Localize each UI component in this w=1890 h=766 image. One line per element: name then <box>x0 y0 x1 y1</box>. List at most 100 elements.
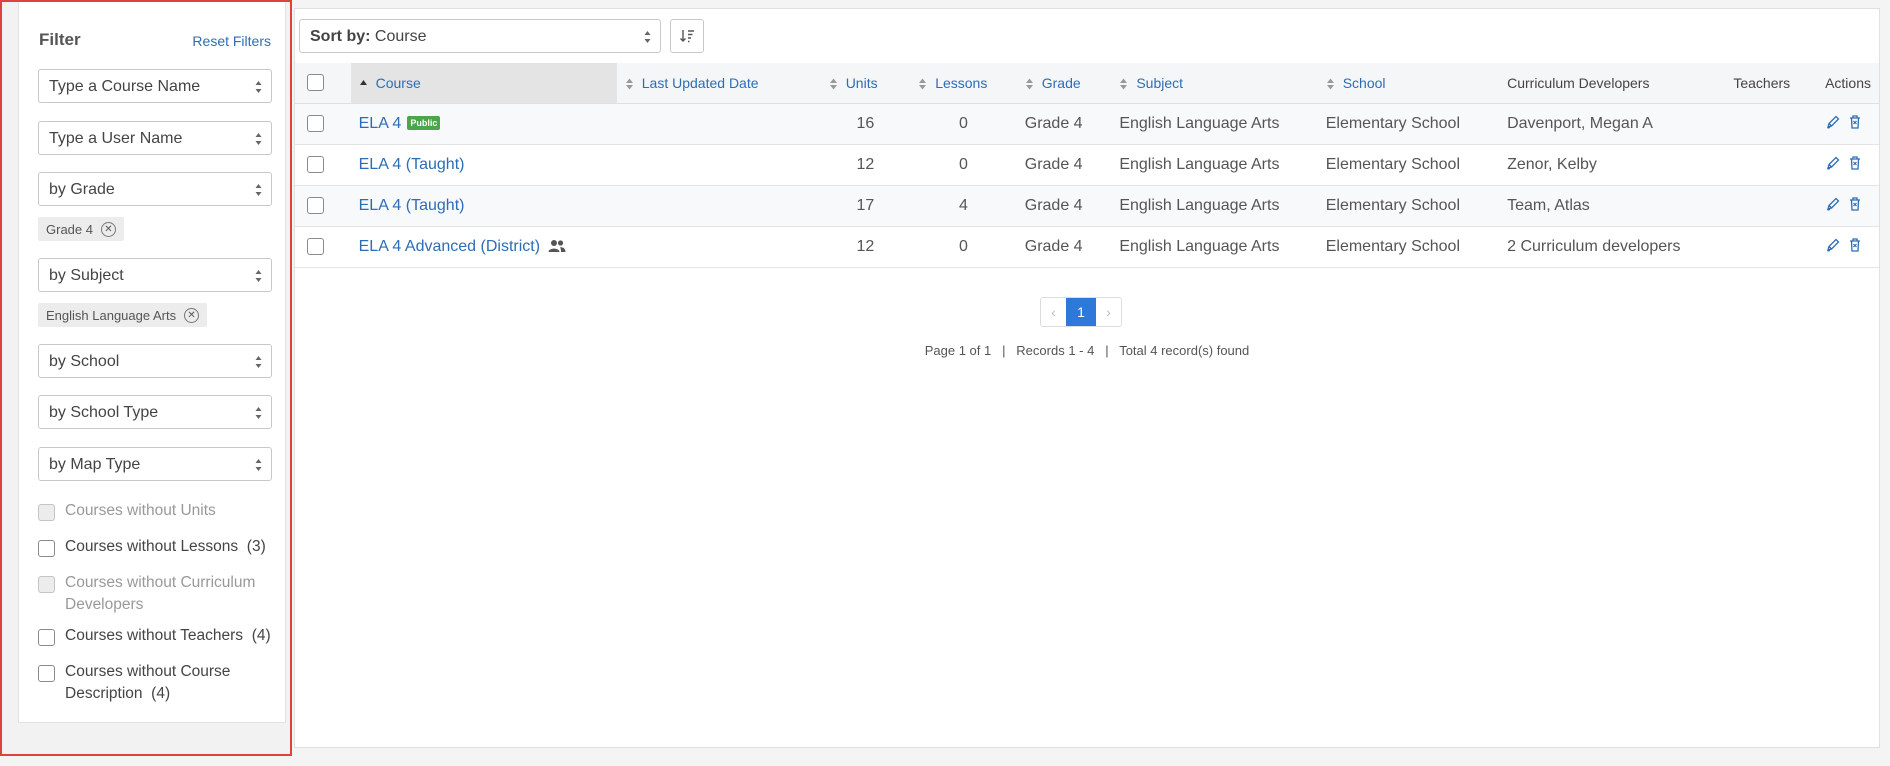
delete-icon[interactable] <box>1847 196 1863 212</box>
select-all-checkbox[interactable] <box>307 74 324 92</box>
delete-icon[interactable] <box>1847 237 1863 253</box>
filter-title: Filter <box>39 30 81 49</box>
current-page-button[interactable]: 1 <box>1066 298 1096 326</box>
pagination: ‹ 1 › <box>1040 297 1122 327</box>
teachers-cell <box>1725 144 1818 186</box>
checkbox[interactable] <box>38 504 55 521</box>
subject-chip: English Language Arts ✕ <box>38 303 208 327</box>
school-cell: Elementary School <box>1317 144 1500 186</box>
select-arrows-icon <box>255 407 262 419</box>
remove-chip-icon[interactable]: ✕ <box>184 307 200 323</box>
school-cell: Elementary School <box>1317 226 1500 268</box>
grade-cell: Grade 4 <box>1016 226 1112 268</box>
records-info: Records 1 - 4 <box>1016 343 1095 358</box>
column-header-subject[interactable]: Subject <box>1111 63 1318 104</box>
grade-chip-label: Grade 4 <box>46 221 93 237</box>
checkbox[interactable] <box>38 540 55 557</box>
edit-icon[interactable] <box>1825 114 1841 130</box>
lessons-cell: 0 <box>910 144 1017 186</box>
table-row: ELA 4 (Taught) 12 0 Grade 4 English Language… <box>295 144 1879 186</box>
subject-select[interactable]: by Subject <box>38 258 272 292</box>
filter-checkbox-row[interactable]: Courses without Lessons (3) <box>38 536 275 558</box>
school-cell: Elementary School <box>1317 103 1500 145</box>
prev-page-button[interactable]: ‹ <box>1041 298 1066 326</box>
table-row: ELA 4 (Taught) 17 4 Grade 4 English Language… <box>295 185 1879 227</box>
actions-cell <box>1817 144 1879 186</box>
table-header-row: Course Last Updated Date Units Lessons G… <box>295 63 1879 104</box>
column-header-units[interactable]: Units <box>820 63 911 104</box>
subject-select-label: by Subject <box>49 267 124 284</box>
total-info: Total 4 record(s) found <box>1119 343 1250 358</box>
main-panel: Sort by: Course Course Last Updated Date… <box>294 8 1880 748</box>
developers-cell: Team, Atlas <box>1499 185 1726 227</box>
select-arrows-icon <box>255 459 262 471</box>
developers-cell: Zenor, Kelby <box>1499 144 1726 186</box>
column-header-course[interactable]: Course <box>350 63 617 104</box>
next-page-button[interactable]: › <box>1096 298 1121 326</box>
subject-cell: English Language Arts <box>1111 226 1318 268</box>
row-checkbox[interactable] <box>307 197 324 214</box>
edit-icon[interactable] <box>1825 155 1841 171</box>
row-checkbox[interactable] <box>307 156 324 173</box>
column-header-last-updated[interactable]: Last Updated Date <box>616 63 821 104</box>
pager-separator: | <box>1002 343 1006 358</box>
map-type-select[interactable]: by Map Type <box>38 447 272 481</box>
remove-chip-icon[interactable]: ✕ <box>100 221 116 237</box>
checkbox[interactable] <box>38 629 55 646</box>
filter-checkbox-row[interactable]: Courses without Course Description (4) <box>38 661 245 705</box>
sort-direction-button[interactable] <box>670 19 704 53</box>
row-checkbox[interactable] <box>307 238 324 255</box>
subject-chip-label: English Language Arts <box>46 307 177 323</box>
column-header-lessons[interactable]: Lessons <box>910 63 1017 104</box>
school-type-select[interactable]: by School Type <box>38 395 272 429</box>
row-checkbox[interactable] <box>307 115 324 132</box>
course-name-select[interactable]: Type a Course Name <box>38 69 272 103</box>
school-select[interactable]: by School <box>38 344 272 378</box>
subject-cell: English Language Arts <box>1111 185 1318 227</box>
course-link[interactable]: ELA 4 Advanced (District) <box>359 238 540 255</box>
sort-by-select[interactable]: Sort by: Course <box>299 19 661 53</box>
last-updated-cell <box>616 103 821 145</box>
edit-icon[interactable] <box>1825 196 1841 212</box>
last-updated-cell <box>616 185 821 227</box>
course-link[interactable]: ELA 4 <box>359 115 402 132</box>
checkbox[interactable] <box>38 665 55 682</box>
column-header-actions: Actions <box>1817 63 1879 104</box>
edit-icon[interactable] <box>1825 237 1841 253</box>
grade-select[interactable]: by Grade <box>38 172 272 206</box>
column-header-school[interactable]: School <box>1317 63 1500 104</box>
grade-select-label: by Grade <box>49 181 115 198</box>
actions-cell <box>1817 185 1879 227</box>
filter-checkbox-row[interactable]: Courses without Teachers (4) <box>38 625 275 647</box>
pagination-info: Page 1 of 1 | Records 1 - 4 | Total 4 re… <box>295 343 1879 358</box>
sort-ascending-icon <box>359 79 367 85</box>
filter-checkbox-label: Courses without Lessons (3) <box>65 538 266 555</box>
teachers-cell <box>1725 103 1818 145</box>
reset-filters-link[interactable]: Reset Filters <box>192 33 271 49</box>
delete-icon[interactable] <box>1847 155 1863 171</box>
units-cell: 16 <box>820 103 911 145</box>
course-link[interactable]: ELA 4 (Taught) <box>359 197 465 214</box>
table-row: ELA 4 Public 16 0 Grade 4 English Language Ar… <box>295 103 1879 145</box>
select-arrows-icon <box>255 356 262 368</box>
subject-cell: English Language Arts <box>1111 144 1318 186</box>
sort-icon <box>1025 78 1033 90</box>
map-type-select-label: by Map Type <box>49 456 141 473</box>
select-arrows-icon <box>255 184 262 196</box>
column-header-grade[interactable]: Grade <box>1016 63 1112 104</box>
table-row: ELA 4 Advanced (District) 12 0 Grade 4 Engli… <box>295 226 1879 268</box>
filter-checkbox-row[interactable]: Courses without Units <box>38 500 275 522</box>
school-select-label: by School <box>49 353 120 370</box>
developers-cell: Davenport, Megan A <box>1499 103 1726 145</box>
school-cell: Elementary School <box>1317 185 1500 227</box>
delete-icon[interactable] <box>1847 114 1863 130</box>
public-badge: Public <box>407 115 441 130</box>
user-name-select[interactable]: Type a User Name <box>38 121 272 155</box>
page-info: Page 1 of 1 <box>924 343 992 358</box>
sort-by-label: Sort by: <box>310 28 371 45</box>
checkbox[interactable] <box>38 576 55 593</box>
grade-chip: Grade 4 ✕ <box>38 217 124 241</box>
units-cell: 12 <box>820 226 911 268</box>
course-link[interactable]: ELA 4 (Taught) <box>359 156 465 173</box>
filter-checkbox-row[interactable]: Courses without Curriculum Developers <box>38 572 275 616</box>
